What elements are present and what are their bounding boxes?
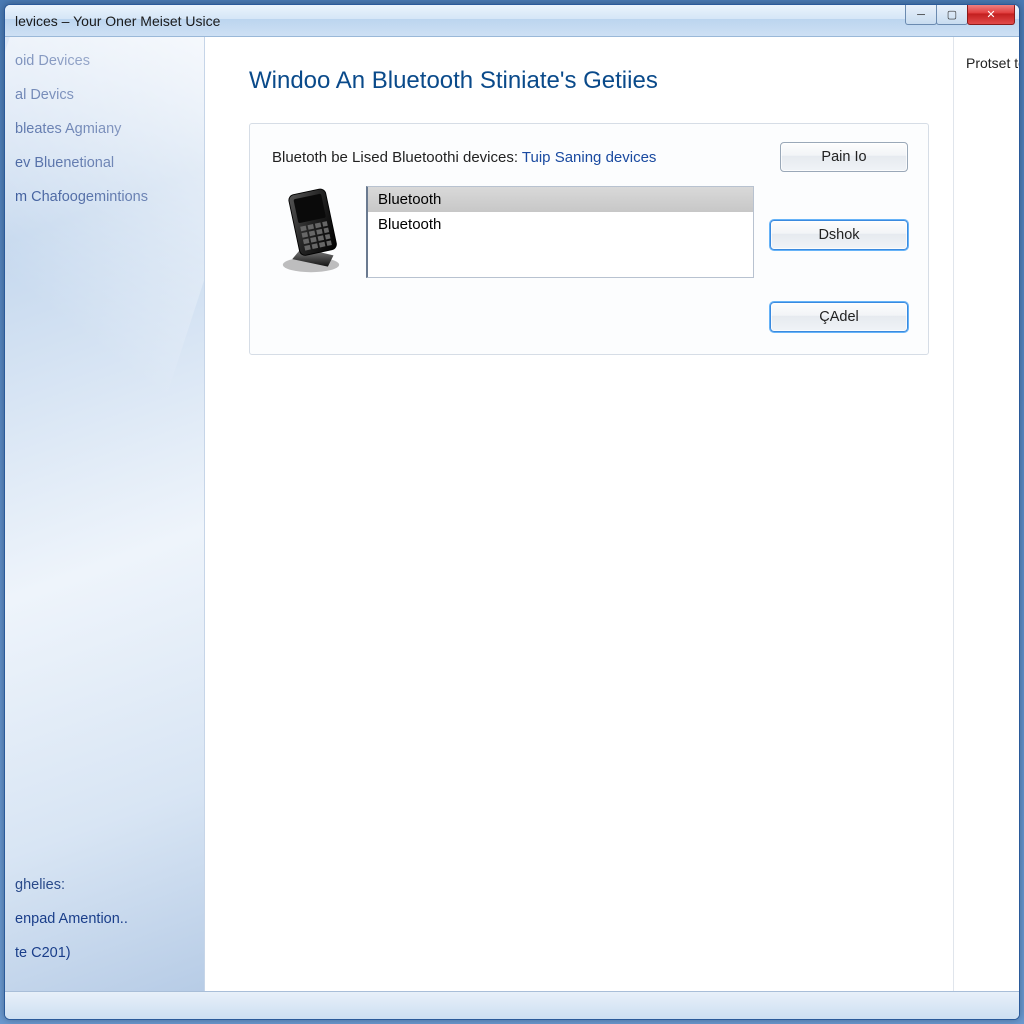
sidebar-item-bluenetional[interactable]: ev Bluenetional — [15, 155, 194, 171]
sidebar-item-devices-1[interactable]: oid Devices — [15, 53, 194, 69]
sidebar-footer: ghelies: enpad Amention.. te C201) — [15, 877, 194, 979]
content-area: Windoo An Bluetooth Stiniate's Getiies B… — [205, 37, 1019, 991]
sidebar-footer-link-2[interactable]: te C201) — [15, 945, 194, 961]
sidebar-item-agmiany[interactable]: bleates Agmiany — [15, 121, 194, 137]
list-item[interactable]: Bluetooth — [368, 187, 753, 212]
panel-lead-link[interactable]: Tuip Saning devices — [522, 149, 657, 166]
window-controls: ─ ▢ ✕ — [906, 5, 1015, 25]
list-side-buttons: Dshok — [770, 186, 908, 250]
right-pane: Protset to Specices — [953, 37, 1020, 991]
device-listbox[interactable]: Bluetooth Bluetooth — [366, 186, 754, 278]
window-title: levices – Your Oner Meiset Usice — [15, 13, 220, 29]
device-list-wrap: Bluetooth Bluetooth Dshok — [366, 186, 908, 278]
panel-footer: ÇAdel — [272, 302, 908, 332]
pair-button[interactable]: Pain Io — [780, 142, 908, 172]
maximize-button[interactable]: ▢ — [936, 5, 968, 25]
right-pane-heading: Protset to Specices — [966, 55, 1020, 71]
window-body: oid Devices al Devics bleates Agmiany ev… — [5, 37, 1019, 991]
devices-panel: Bluetoth be Lised Bluetoothi devices: Tu… — [249, 123, 929, 355]
sidebar-nav: oid Devices al Devics bleates Agmiany ev… — [15, 53, 194, 223]
panel-lead-text: Bluetoth be Lised Bluetoothi devices: Tu… — [272, 149, 656, 166]
dshok-button[interactable]: Dshok — [770, 220, 908, 250]
panel-lead-plain: Bluetoth be Lised Bluetoothi devices: — [272, 149, 518, 166]
sidebar-item-devices-2[interactable]: al Devics — [15, 87, 194, 103]
close-button[interactable]: ✕ — [967, 5, 1015, 25]
minimize-button[interactable]: ─ — [905, 5, 937, 25]
sidebar-footer-link-1[interactable]: enpad Amention.. — [15, 911, 194, 927]
page-title: Windoo An Bluetooth Stiniate's Getiies — [249, 67, 929, 95]
list-item[interactable]: Bluetooth — [368, 212, 753, 237]
panel-body: Bluetooth Bluetooth Dshok — [272, 186, 908, 278]
sidebar-item-chafoo[interactable]: m Chafoogemintions — [15, 189, 194, 205]
cancel-button[interactable]: ÇAdel — [770, 302, 908, 332]
main-pane: Windoo An Bluetooth Stiniate's Getiies B… — [205, 37, 953, 991]
window-frame: levices – Your Oner Meiset Usice ─ ▢ ✕ o… — [4, 4, 1020, 1020]
sidebar: oid Devices al Devics bleates Agmiany ev… — [5, 37, 205, 991]
device-icon — [272, 186, 350, 276]
panel-header: Bluetoth be Lised Bluetoothi devices: Tu… — [272, 142, 908, 172]
sidebar-footer-label: ghelies: — [15, 877, 194, 893]
status-bar — [5, 991, 1019, 1019]
titlebar[interactable]: levices – Your Oner Meiset Usice ─ ▢ ✕ — [5, 5, 1019, 37]
